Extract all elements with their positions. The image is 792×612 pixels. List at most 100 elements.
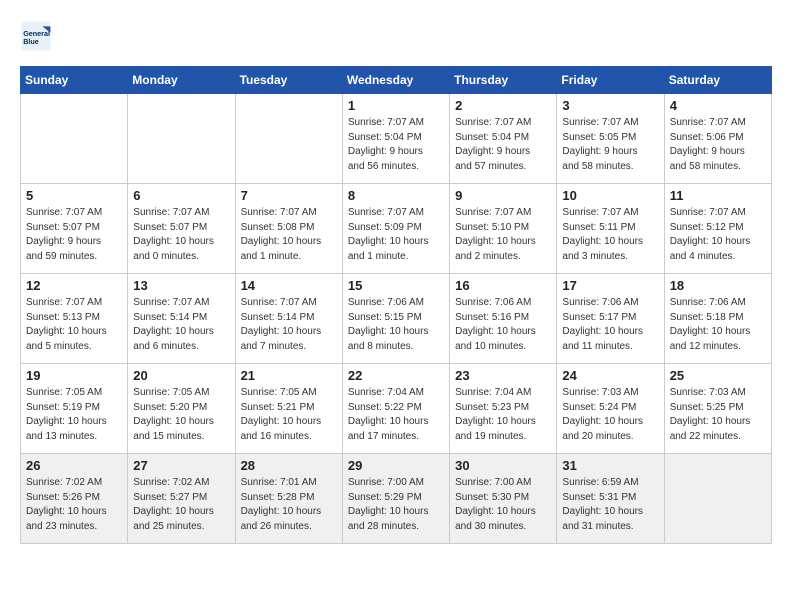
day-number: 11 xyxy=(670,188,766,203)
day-info: Sunrise: 7:05 AM Sunset: 5:21 PM Dayligh… xyxy=(241,386,337,444)
week-row-2: 12 Sunrise: 7:07 AM Sunset: 5:13 PM Dayli… xyxy=(21,274,772,364)
calendar-cell xyxy=(21,94,128,184)
weekday-tuesday: Tuesday xyxy=(235,67,342,94)
calendar-body: 1 Sunrise: 7:07 AM Sunset: 5:04 PM Daylig… xyxy=(21,94,772,544)
calendar-table: SundayMondayTuesdayWednesdayThursdayFrid… xyxy=(20,66,772,544)
day-number: 15 xyxy=(348,278,444,293)
day-number: 27 xyxy=(133,458,229,473)
day-info: Sunrise: 7:03 AM Sunset: 5:25 PM Dayligh… xyxy=(670,386,766,444)
calendar-cell xyxy=(128,94,235,184)
day-number: 17 xyxy=(562,278,658,293)
calendar-cell: 2 Sunrise: 7:07 AM Sunset: 5:04 PM Daylig… xyxy=(450,94,557,184)
day-info: Sunrise: 7:05 AM Sunset: 5:20 PM Dayligh… xyxy=(133,386,229,444)
calendar-cell: 31 Sunrise: 6:59 AM Sunset: 5:31 PM Dayli… xyxy=(557,454,664,544)
day-info: Sunrise: 7:07 AM Sunset: 5:11 PM Dayligh… xyxy=(562,206,658,264)
day-info: Sunrise: 7:02 AM Sunset: 5:27 PM Dayligh… xyxy=(133,476,229,534)
header: General Blue xyxy=(20,20,772,52)
day-info: Sunrise: 7:05 AM Sunset: 5:19 PM Dayligh… xyxy=(26,386,122,444)
day-number: 25 xyxy=(670,368,766,383)
day-info: Sunrise: 7:00 AM Sunset: 5:30 PM Dayligh… xyxy=(455,476,551,534)
calendar-cell: 6Sunrise: 7:07 AM Sunset: 5:07 PM Daylig… xyxy=(128,184,235,274)
calendar-cell: 10 Sunrise: 7:07 AM Sunset: 5:11 PM Dayli… xyxy=(557,184,664,274)
day-info: Sunrise: 7:07 AM Sunset: 5:07 PM Dayligh… xyxy=(26,206,122,264)
calendar-cell: 14 Sunrise: 7:07 AM Sunset: 5:14 PM Dayli… xyxy=(235,274,342,364)
day-number: 12 xyxy=(26,278,122,293)
calendar-cell: 17Sunrise: 7:06 AM Sunset: 5:17 PM Dayli… xyxy=(557,274,664,364)
weekday-sunday: Sunday xyxy=(21,67,128,94)
day-number: 1 xyxy=(348,98,444,113)
calendar-cell: 16Sunrise: 7:06 AM Sunset: 5:16 PM Dayli… xyxy=(450,274,557,364)
day-info: Sunrise: 7:03 AM Sunset: 5:24 PM Dayligh… xyxy=(562,386,658,444)
logo-icon: General Blue xyxy=(20,20,52,52)
day-number: 10 xyxy=(562,188,658,203)
calendar-cell: 13 Sunrise: 7:07 AM Sunset: 5:14 PM Dayli… xyxy=(128,274,235,364)
weekday-thursday: Thursday xyxy=(450,67,557,94)
week-row-4: 26Sunrise: 7:02 AM Sunset: 5:26 PM Dayli… xyxy=(21,454,772,544)
day-number: 8 xyxy=(348,188,444,203)
calendar-cell: 28Sunrise: 7:01 AM Sunset: 5:28 PM Dayli… xyxy=(235,454,342,544)
day-number: 6 xyxy=(133,188,229,203)
day-info: Sunrise: 7:07 AM Sunset: 5:05 PM Dayligh… xyxy=(562,116,658,174)
day-number: 20 xyxy=(133,368,229,383)
calendar-cell: 26Sunrise: 7:02 AM Sunset: 5:26 PM Dayli… xyxy=(21,454,128,544)
calendar-cell: 19Sunrise: 7:05 AM Sunset: 5:19 PM Dayli… xyxy=(21,364,128,454)
day-info: Sunrise: 7:07 AM Sunset: 5:13 PM Dayligh… xyxy=(26,296,122,354)
calendar-cell: 5Sunrise: 7:07 AM Sunset: 5:07 PM Daylig… xyxy=(21,184,128,274)
day-info: Sunrise: 7:07 AM Sunset: 5:04 PM Dayligh… xyxy=(348,116,444,174)
day-info: Sunrise: 7:07 AM Sunset: 5:09 PM Dayligh… xyxy=(348,206,444,264)
calendar-cell: 29Sunrise: 7:00 AM Sunset: 5:29 PM Dayli… xyxy=(342,454,449,544)
day-number: 24 xyxy=(562,368,658,383)
calendar-cell xyxy=(235,94,342,184)
day-info: Sunrise: 7:07 AM Sunset: 5:14 PM Dayligh… xyxy=(241,296,337,354)
day-info: Sunrise: 7:06 AM Sunset: 5:18 PM Dayligh… xyxy=(670,296,766,354)
weekday-monday: Monday xyxy=(128,67,235,94)
calendar-cell: 3 Sunrise: 7:07 AM Sunset: 5:05 PM Daylig… xyxy=(557,94,664,184)
calendar-cell: 25 Sunrise: 7:03 AM Sunset: 5:25 PM Dayli… xyxy=(664,364,771,454)
calendar-cell: 22Sunrise: 7:04 AM Sunset: 5:22 PM Dayli… xyxy=(342,364,449,454)
week-row-3: 19Sunrise: 7:05 AM Sunset: 5:19 PM Dayli… xyxy=(21,364,772,454)
week-row-0: 1 Sunrise: 7:07 AM Sunset: 5:04 PM Daylig… xyxy=(21,94,772,184)
calendar-cell: 11Sunrise: 7:07 AM Sunset: 5:12 PM Dayli… xyxy=(664,184,771,274)
calendar-cell: 9 Sunrise: 7:07 AM Sunset: 5:10 PM Daylig… xyxy=(450,184,557,274)
week-row-1: 5Sunrise: 7:07 AM Sunset: 5:07 PM Daylig… xyxy=(21,184,772,274)
day-number: 13 xyxy=(133,278,229,293)
calendar-cell: 4 Sunrise: 7:07 AM Sunset: 5:06 PM Daylig… xyxy=(664,94,771,184)
calendar-cell: 30 Sunrise: 7:00 AM Sunset: 5:30 PM Dayli… xyxy=(450,454,557,544)
day-number: 4 xyxy=(670,98,766,113)
weekday-header-row: SundayMondayTuesdayWednesdayThursdayFrid… xyxy=(21,67,772,94)
day-number: 23 xyxy=(455,368,551,383)
calendar-cell: 8 Sunrise: 7:07 AM Sunset: 5:09 PM Daylig… xyxy=(342,184,449,274)
day-info: Sunrise: 7:07 AM Sunset: 5:06 PM Dayligh… xyxy=(670,116,766,174)
calendar-cell: 15 Sunrise: 7:06 AM Sunset: 5:15 PM Dayli… xyxy=(342,274,449,364)
day-info: Sunrise: 7:07 AM Sunset: 5:08 PM Dayligh… xyxy=(241,206,337,264)
calendar-cell: 18 Sunrise: 7:06 AM Sunset: 5:18 PM Dayli… xyxy=(664,274,771,364)
day-number: 30 xyxy=(455,458,551,473)
day-info: Sunrise: 7:01 AM Sunset: 5:28 PM Dayligh… xyxy=(241,476,337,534)
day-info: Sunrise: 7:07 AM Sunset: 5:04 PM Dayligh… xyxy=(455,116,551,174)
weekday-saturday: Saturday xyxy=(664,67,771,94)
day-number: 31 xyxy=(562,458,658,473)
calendar-cell xyxy=(664,454,771,544)
day-info: Sunrise: 7:02 AM Sunset: 5:26 PM Dayligh… xyxy=(26,476,122,534)
calendar-cell: 7 Sunrise: 7:07 AM Sunset: 5:08 PM Daylig… xyxy=(235,184,342,274)
calendar-cell: 12 Sunrise: 7:07 AM Sunset: 5:13 PM Dayli… xyxy=(21,274,128,364)
day-number: 22 xyxy=(348,368,444,383)
calendar-cell: 27 Sunrise: 7:02 AM Sunset: 5:27 PM Dayli… xyxy=(128,454,235,544)
day-info: Sunrise: 7:06 AM Sunset: 5:15 PM Dayligh… xyxy=(348,296,444,354)
day-number: 14 xyxy=(241,278,337,293)
day-number: 21 xyxy=(241,368,337,383)
day-info: Sunrise: 7:07 AM Sunset: 5:10 PM Dayligh… xyxy=(455,206,551,264)
day-number: 9 xyxy=(455,188,551,203)
day-number: 7 xyxy=(241,188,337,203)
weekday-wednesday: Wednesday xyxy=(342,67,449,94)
day-number: 18 xyxy=(670,278,766,293)
day-number: 16 xyxy=(455,278,551,293)
day-info: Sunrise: 6:59 AM Sunset: 5:31 PM Dayligh… xyxy=(562,476,658,534)
calendar-cell: 20 Sunrise: 7:05 AM Sunset: 5:20 PM Dayli… xyxy=(128,364,235,454)
day-number: 29 xyxy=(348,458,444,473)
day-info: Sunrise: 7:07 AM Sunset: 5:14 PM Dayligh… xyxy=(133,296,229,354)
day-info: Sunrise: 7:04 AM Sunset: 5:23 PM Dayligh… xyxy=(455,386,551,444)
day-number: 2 xyxy=(455,98,551,113)
day-number: 3 xyxy=(562,98,658,113)
weekday-friday: Friday xyxy=(557,67,664,94)
